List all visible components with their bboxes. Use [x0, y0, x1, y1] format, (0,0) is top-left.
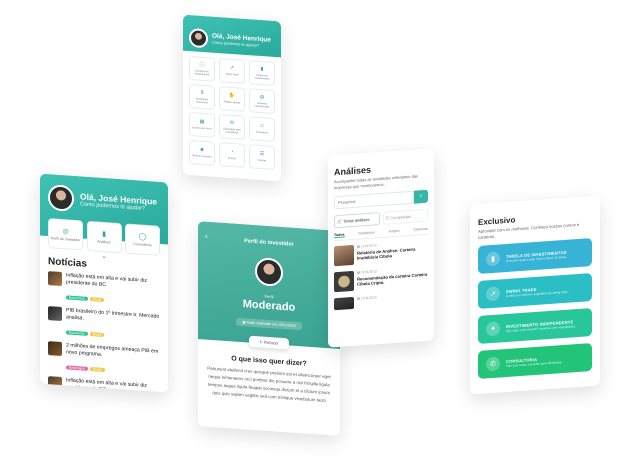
profile-screen: ‹ Perfil do investidor Perfil Moderado ▦… [198, 221, 340, 436]
analysis-item[interactable]: ▦ 12/11/2020 Recomendação da carteira Ca… [334, 266, 428, 293]
analyses-screen: Análises Acompanhe todas as novidades re… [328, 148, 434, 348]
hand-coin-icon: ✋ [228, 92, 236, 100]
tile-estrategias[interactable]: ✉ Estratégias para investidores [219, 114, 245, 140]
news-thumbnail [48, 376, 62, 392]
back-arrow-icon[interactable]: ‹ [205, 232, 208, 241]
pie-icon: ◔ [230, 148, 234, 156]
news-item[interactable]: 2 milhões de empregos ameaça PIB em novo… [48, 341, 160, 380]
analysis-thumbnail [334, 296, 354, 311]
search-icon: ⌕ [419, 193, 423, 200]
tab-todas[interactable]: 🛒 Todas análises [334, 212, 380, 229]
avatar [255, 257, 283, 287]
lamp-icon: ✦ [486, 321, 500, 337]
news-item[interactable]: Inflação está em alta e vai subir diz pr… [48, 271, 160, 310]
news-title: 2 milhões de empregos ameaça PIB em novo… [66, 342, 159, 358]
bars-icon: ▮ [260, 65, 264, 72]
analysis-item[interactable]: ▦ 12/11/2020 [334, 292, 428, 311]
filter-relatorios[interactable]: Relatórios [358, 230, 374, 236]
shortcut-consultoria[interactable]: ◯ Consultoria [125, 223, 160, 256]
calendar-icon: ▦ [199, 118, 205, 126]
search-input[interactable] [334, 190, 414, 210]
profile-header: ‹ Perfil do investidor Perfil Moderado ▦… [198, 221, 340, 349]
avatar[interactable] [48, 184, 74, 212]
filter-artigos[interactable]: Artigos [388, 229, 399, 235]
trend-icon: ↗ [486, 286, 500, 302]
test-date-badge: ▦ Teste realizado em 12/11/2020 [236, 317, 302, 331]
user-icon: ◎ [62, 227, 69, 236]
tile-carteira[interactable]: ▮ Carteira de investimentos [249, 60, 275, 87]
shortcut-analises[interactable]: ▮ Análises [86, 220, 122, 254]
cart-icon: 🛒 [337, 218, 342, 225]
info-icon: ⓘ [199, 61, 205, 68]
tile-eventos[interactable]: ▦ Eventos Ano Novo [189, 111, 215, 138]
home-menu-screen: Olá, José Henrique Como podemos te ajuda… [183, 14, 281, 182]
tile-investimento-independente[interactable]: ⓘ Investimento independente [189, 55, 215, 82]
people-icon: ☺ [259, 122, 265, 130]
whatsapp-icon: ✆ [486, 356, 500, 372]
bars-icon: ▮ [486, 251, 500, 267]
analysis-title: Relatório de Análise: Carteira Imobiliár… [357, 246, 416, 261]
news-thumbnail [48, 271, 62, 287]
bars-icon: ▮ [102, 230, 106, 238]
news-section: Notícias Inflação está em alta e vai sub… [40, 256, 168, 393]
search-bar: ⌕ [334, 189, 428, 210]
refazer-button[interactable]: ↻ Refazer [249, 335, 289, 350]
news-item[interactable]: PIB brasileiro do 1º trimestre tr. Merca… [48, 306, 160, 345]
tag-badge: Empregos [66, 365, 88, 371]
tag-badge: Brasil [89, 296, 105, 303]
exclusive-screen: Exclusivo Aproveite com os melhores. Con… [470, 195, 600, 395]
tag-badge: Economia [66, 330, 88, 336]
tile-analises[interactable]: ✋ Análises diárias [219, 86, 245, 112]
chat-icon: ✉ [229, 119, 235, 126]
mockup-scene: Olá, José Henrique Como podemos te ajuda… [0, 0, 622, 464]
exclusive-cards: ▮ TABELA DE INVESTIMENTOS Descubra qual a… [470, 237, 600, 379]
filter-row: Todos Relatórios Artigos Carteiras [334, 226, 428, 242]
tag-badge: Economia [66, 295, 88, 301]
user-icon: ☻ [199, 146, 205, 154]
news-title: Inflação está em alta e vai subir diz pr… [66, 272, 148, 288]
trend-icon: ↗ [229, 64, 235, 72]
tag-badge: Brasil [89, 367, 105, 373]
news-icon: ☰ [259, 150, 265, 158]
tag-badge: Brasil [89, 331, 105, 338]
tiles-grid: ⓘ Investimento independente ↗ Swing Trade … [183, 51, 281, 176]
tile-noticias[interactable]: ☰ Notícias [249, 144, 275, 171]
tile-consultoria[interactable]: ☺ Consultoria [249, 116, 275, 143]
tab-row: 🛒 Todas análises ☑ Compradas [334, 208, 428, 229]
tile-fundos[interactable]: ◔ Fundos [219, 142, 245, 168]
analysis-title: Recomendação da carteira Carteira Cíbola… [357, 271, 428, 287]
dollar-icon: $ [200, 89, 204, 96]
tile-perfil[interactable]: ☻ Perfil do investidor [189, 139, 215, 166]
profile-header-title: Perfil do investidor [244, 238, 294, 248]
analysis-item[interactable]: ▦ 12/11/2020 Relatório de Análise: Carte… [334, 240, 428, 267]
filter-todos[interactable]: Todos [334, 232, 345, 239]
globe-icon: ◍ [259, 93, 265, 100]
analysis-date: ▦ 12/11/2020 [357, 295, 377, 301]
home-news-screen: Olá, José Henrique Como podemos te ajuda… [40, 173, 168, 393]
filter-carteiras[interactable]: Carteiras [413, 227, 428, 233]
question-paragraph: Parturient eleifend cras quisque pretium… [207, 365, 331, 403]
card-investimento-independente[interactable]: ✦ INVESTIMENTO INDEPENDENTE Não sabe onde… [478, 308, 592, 344]
chat-icon: ◯ [138, 232, 147, 241]
analysis-thumbnail [334, 244, 354, 267]
news-thumbnail [48, 306, 62, 322]
news-title: Inflação está em alta e vai subir diz pr… [66, 377, 148, 393]
news-thumbnail [48, 341, 62, 357]
search-button[interactable]: ⌕ [414, 189, 428, 204]
card-consultoria[interactable]: ✆ CONSULTORIA Fale com nosso consultor pe… [478, 343, 592, 379]
tile-internacionais[interactable]: ◍ Assuntos internacionais [249, 88, 275, 115]
tile-swing-trade[interactable]: ↗ Swing Trade [219, 58, 245, 84]
news-title: PIB brasileiro do 1º trimestre tr. Merca… [66, 307, 160, 322]
check-icon: ☑ [385, 215, 390, 221]
tab-compradas[interactable]: ☑ Compradas [382, 208, 428, 225]
shortcut-perfil[interactable]: ◎ Perfil do investidor [48, 218, 83, 251]
avatar[interactable] [189, 27, 208, 48]
card-swing-trade[interactable]: ↗ SWING TRADE Confira as melhores sugestõ… [478, 273, 592, 309]
tile-resultados[interactable]: $ Resultados financeiros [189, 83, 215, 110]
bitcoin-thumbnail [334, 270, 354, 293]
